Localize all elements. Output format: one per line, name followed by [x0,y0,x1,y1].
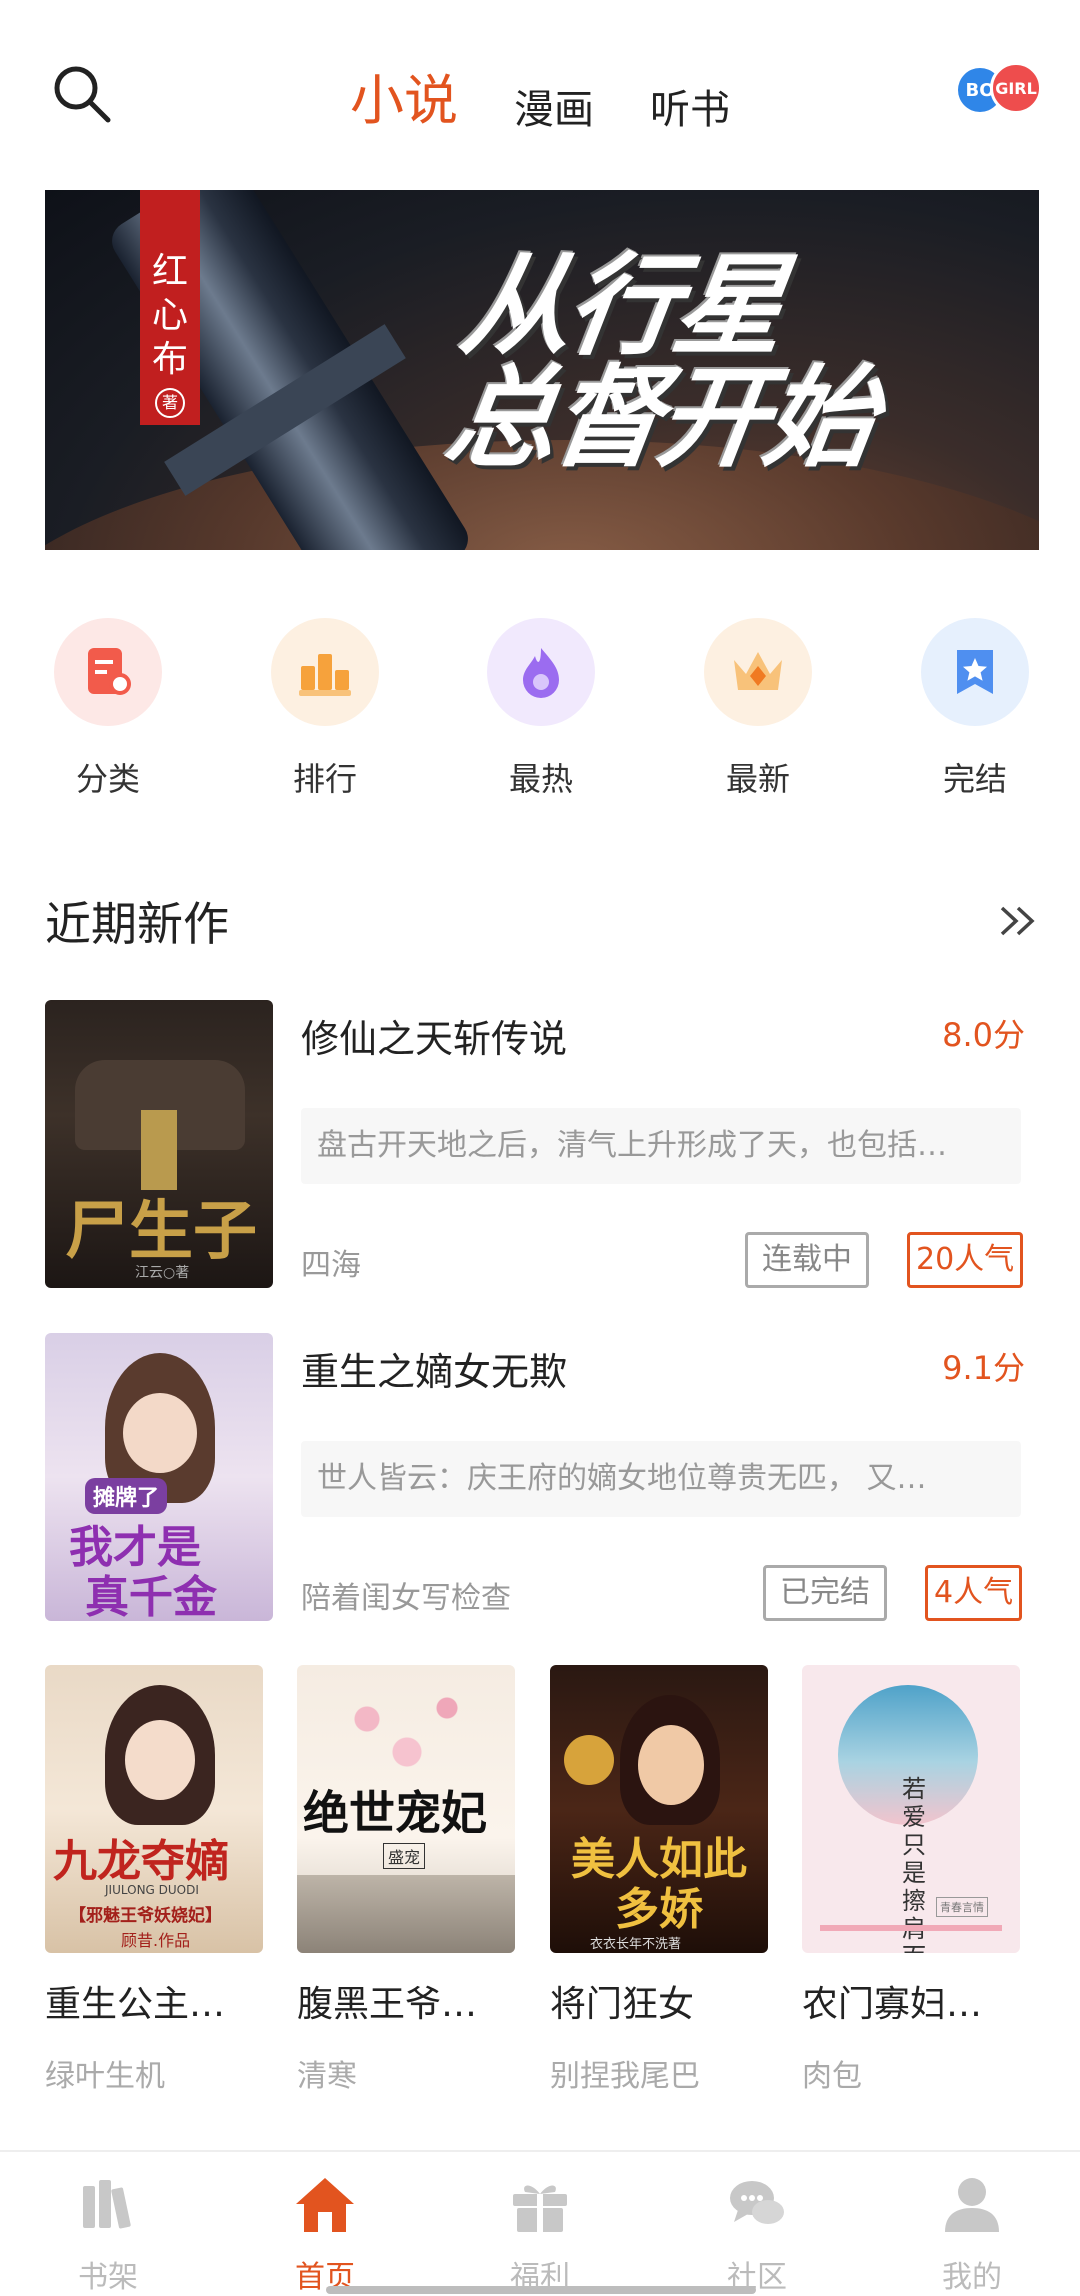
profile-icon [945,2178,999,2232]
gift-icon [513,2185,567,2232]
home-icon [296,2178,354,2232]
category-completed[interactable]: 完结 [905,618,1045,800]
ranking-icon [271,618,379,726]
category-label: 分类 [75,760,140,798]
nav-item-profile[interactable]: 我的 [912,2172,1032,2296]
double-chevron-right-icon[interactable] [998,900,1040,942]
nav-item-bookshelf[interactable]: 书架 [48,2172,168,2296]
home-indicator[interactable] [326,2286,756,2294]
cover-author: 顾昔.作品 [121,1931,191,1950]
book-description: 盘古开天地之后，清气上升形成了天，也包括… [301,1108,1021,1184]
book-cover: 若爱只是擦肩而过 青春言情 [802,1665,1020,1953]
cover-title-line3: 真千金 [85,1572,217,1621]
author-char: 心 [151,295,188,336]
gender-switch-button[interactable]: BO GIRL [958,62,1042,118]
cover-title: 美人如此多娇 [571,1834,747,1935]
cover-title: 尸生子 [65,1194,257,1269]
grid-book-author: 肉包 [802,2059,862,2094]
author-char: 布 [151,339,188,380]
bookshelf-icon [83,2180,131,2229]
book-title: 修仙之天斩传说 [301,1017,568,1061]
cover-subtitle: JIULONG DUODI [105,1883,199,1897]
grid-book-title: 农门寡妇… [802,1984,983,2025]
popularity-badge: 20人气 [907,1232,1024,1288]
book-item[interactable]: 尸生子 江云○著 修仙之天斩传说 8.0分 盘古开天地之后，清气上升形成了天，也… [45,1000,1045,1290]
flame-icon [487,618,595,726]
book-cover: 九龙夺嫡 JIULONG DUODI 【邪魅王爷妖娆妃】 顾昔.作品 [45,1665,263,1953]
bottom-nav: 书架 首页 福利 社区 我的 [0,2150,1080,2296]
category-hottest[interactable]: 最热 [471,618,611,800]
tab-novel[interactable]: 小说 [350,56,458,135]
nav-item-community[interactable]: 社区 [697,2172,817,2296]
search-icon[interactable] [50,62,114,126]
popularity-badge: 4人气 [925,1565,1023,1621]
banner-author-tag: 红 心 布 著 [140,190,200,425]
book-title: 重生之嫡女无欺 [301,1350,568,1394]
cover-title-line1: 摊牌了 [85,1478,168,1514]
author-mark: 著 [155,388,185,418]
top-bar: 小说 漫画 听书 BO GIRL [0,0,1080,190]
category-label: 完结 [942,760,1007,798]
category-label: 最热 [508,760,573,798]
category-label: 排行 [292,760,357,798]
cover-title: 绝世宠妃 [303,1786,487,1840]
grid-book-author: 绿叶生机 [45,2059,165,2094]
grid-book-item[interactable]: 若爱只是擦肩而过 青春言情 农门寡妇… 肉包 [802,1665,1020,2095]
book-score: 9.1分 [942,1349,1025,1387]
grid-book-item[interactable]: 绝世宠妃 盛宠 腹黑王爷… 清寒 [297,1665,515,2095]
book-score: 8.0分 [942,1016,1025,1054]
book-cover: 美人如此多娇 衣衣长年不洗著 [550,1665,768,1953]
banner-title-line1: 从行星 [453,242,790,370]
grid-book-author: 别捏我尾巴 [550,2059,700,2094]
cover-subtitle: 盛宠 [383,1843,426,1869]
star-badge-icon [921,618,1029,726]
cover-author: 衣衣长年不洗著 [590,1937,682,1952]
nav-item-home[interactable]: 首页 [265,2172,385,2296]
author-char: 红 [151,251,188,292]
crown-icon [704,618,812,726]
book-description: 世人皆云：庆王府的嫡女地位尊贵无匹， 又… [301,1441,1021,1517]
book-author: 四海 [301,1248,361,1283]
nav-label: 书架 [78,2260,138,2295]
category-classify[interactable]: 分类 [38,618,178,800]
category-label: 最新 [725,760,790,798]
status-badge: 已完结 [763,1565,887,1621]
cover-subtitle: 【邪魅王爷妖娆妃】 [69,1906,222,1926]
tab-comic[interactable]: 漫画 [514,77,594,135]
grid-book-item[interactable]: 九龙夺嫡 JIULONG DUODI 【邪魅王爷妖娆妃】 顾昔.作品 重生公主…… [45,1665,263,2095]
cover-subtitle: 青春言情 [936,1897,988,1917]
book-cover: 绝世宠妃 盛宠 [297,1665,515,1953]
banner-title: 从行星 总督开始 [438,242,894,482]
cover-title: 九龙夺嫡 [53,1836,229,1887]
category-newest[interactable]: 最新 [688,618,828,800]
promo-banner[interactable]: 红 心 布 著 从行星 总督开始 [45,190,1039,550]
category-icon [54,618,162,726]
book-author: 陪着闺女写检查 [301,1581,511,1616]
book-cover: 摊牌了 我才是 真千金 [45,1333,273,1621]
grid-book-author: 清寒 [297,2059,357,2094]
tab-audiobook[interactable]: 听书 [650,77,730,135]
banner-title-line2: 总督开始 [438,354,881,482]
category-ranking[interactable]: 排行 [255,618,395,800]
cover-title: 若爱只是擦肩而过 [902,1775,926,1953]
nav-label: 我的 [942,2260,1002,2295]
book-cover: 尸生子 江云○著 [45,1000,273,1288]
girl-icon: GIRL [990,62,1042,114]
section-title: 近期新作 [45,897,229,951]
book-item[interactable]: 摊牌了 我才是 真千金 重生之嫡女无欺 9.1分 世人皆云：庆王府的嫡女地位尊贵… [45,1333,1045,1623]
grid-book-title: 将门狂女 [550,1984,695,2025]
grid-book-title: 重生公主… [45,1984,226,2025]
status-badge: 连载中 [745,1232,869,1288]
content-tabs: 小说 漫画 听书 [350,56,730,135]
grid-book-title: 腹黑王爷… [297,1984,478,2025]
cover-author: 江云○著 [135,1265,190,1281]
nav-item-welfare[interactable]: 福利 [480,2172,600,2296]
grid-book-item[interactable]: 美人如此多娇 衣衣长年不洗著 将门狂女 别捏我尾巴 [550,1665,768,2095]
chat-icon [730,2181,784,2224]
